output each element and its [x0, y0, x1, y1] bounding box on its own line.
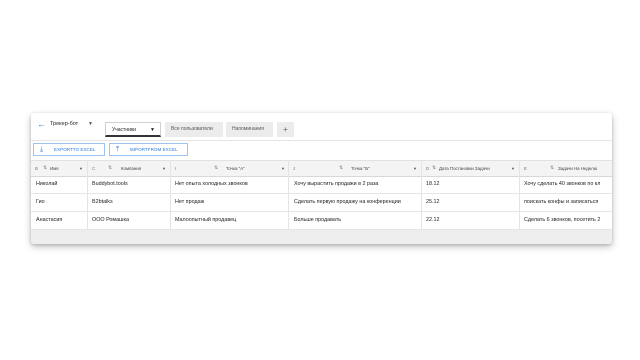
divider	[31, 140, 612, 141]
tracker-window: ← Трекер-бот ▼ Участники ▼ Все пользоват…	[31, 113, 612, 244]
column-letter: B	[35, 166, 38, 171]
cell-company[interactable]: B2btalks	[92, 194, 169, 211]
import-excel-button[interactable]: ⤒ IMPORTFROM EXCEL	[109, 143, 188, 156]
title-dropdown-icon[interactable]: ▼	[88, 121, 93, 127]
cell-weekly-tasks[interactable]: поискать конфы и записаться	[524, 194, 612, 211]
table-row[interactable]: Николай Buddybot.tools Нет опыта холодны…	[31, 176, 612, 194]
column-header-point-b[interactable]: J ⇅ Точка "Б" ▼	[289, 161, 421, 176]
column-menu-icon[interactable]: ▼	[162, 161, 166, 176]
tab-label: Все пользователи	[171, 126, 213, 132]
tab-participants[interactable]: Участники ▼	[105, 122, 161, 137]
add-tab-button[interactable]: +	[277, 122, 294, 137]
cell-weekly-tasks[interactable]: Хочу сделать 40 звонков по кл	[524, 176, 612, 193]
tab-reminders[interactable]: Напоминания	[226, 122, 273, 137]
cell-name[interactable]: Гио	[36, 194, 86, 211]
column-menu-icon[interactable]: ▼	[413, 161, 417, 176]
column-header-task-date[interactable]: D ⇅ Дата Постановки Задачи ▼	[422, 161, 519, 176]
cell-point-a[interactable]: Нет опыта холодных звонков	[175, 176, 287, 193]
export-excel-button[interactable]: ⤓ EXPORTTO EXCEL	[33, 143, 105, 156]
column-menu-icon[interactable]: ▼	[511, 161, 515, 176]
column-menu-icon[interactable]: ▼	[79, 161, 83, 176]
cell-weekly-tasks[interactable]: Сделать 6 звонков, посетить 2	[524, 212, 612, 229]
table-row[interactable]: Гио B2btalks Нет продаж Сделать первую п…	[31, 194, 612, 212]
column-name: Имя	[50, 166, 59, 171]
cell-name[interactable]: Анастасия	[36, 212, 86, 229]
cell-point-a[interactable]: Малоопытный продавец	[175, 212, 287, 229]
cell-company[interactable]: Buddybot.tools	[92, 176, 169, 193]
sort-icon[interactable]: ⇅	[550, 161, 554, 176]
cell-point-b[interactable]: Больше продавать	[294, 212, 420, 229]
sort-icon[interactable]: ⇅	[214, 161, 218, 176]
top-bar: ← Трекер-бот ▼ Участники ▼ Все пользоват…	[31, 113, 612, 140]
column-letter: E	[524, 166, 527, 171]
table-row[interactable]: Анастасия ООО Ромашка Малоопытный продав…	[31, 212, 612, 230]
column-header-point-a[interactable]: I ⇅ Точка "А" ▼	[171, 161, 288, 176]
column-menu-icon[interactable]: ▼	[281, 161, 285, 176]
cell-task-date[interactable]: 25.12	[426, 194, 518, 211]
sort-icon[interactable]: ⇅	[339, 161, 343, 176]
column-name: Дата Постановки Задачи	[439, 166, 490, 171]
sort-icon[interactable]: ⇅	[108, 161, 112, 176]
cell-point-a[interactable]: Нет продаж	[175, 194, 287, 211]
sort-icon[interactable]: ⇅	[43, 161, 47, 176]
tab-all-users[interactable]: Все пользователи	[165, 122, 223, 137]
grid-header: B ⇅ Имя ▼ C ⇅ Компания ▼ I ⇅ Точка "А" ▼…	[31, 160, 612, 177]
cell-name[interactable]: Николай	[36, 176, 86, 193]
column-letter: J	[293, 166, 296, 171]
horizontal-scrollbar[interactable]	[31, 230, 612, 244]
column-name: Задачи На Неделю	[558, 166, 598, 171]
column-letter: D	[426, 166, 430, 171]
tab-label: Участники	[112, 127, 136, 133]
column-letter: C	[92, 166, 96, 171]
column-name: Компания	[121, 166, 142, 171]
plus-icon: +	[283, 125, 288, 134]
cell-company[interactable]: ООО Ромашка	[92, 212, 169, 229]
export-label: EXPORTTO EXCEL	[54, 147, 96, 152]
download-icon: ⤓	[40, 146, 44, 153]
back-arrow-icon[interactable]: ←	[37, 119, 46, 129]
column-header-company[interactable]: C ⇅ Компания ▼	[88, 161, 170, 176]
column-letter: I	[175, 166, 177, 171]
cell-point-b[interactable]: Хочу вырастить продажи в 2 раза	[294, 176, 420, 193]
column-name: Точка "Б"	[351, 166, 370, 171]
cell-task-date[interactable]: 22.12	[426, 212, 518, 229]
cell-task-date[interactable]: 18.12	[426, 176, 518, 193]
column-header-name[interactable]: B ⇅ Имя ▼	[31, 161, 87, 176]
sort-icon[interactable]: ⇅	[432, 161, 436, 176]
cell-point-b[interactable]: Сделать первую продажу на конференции	[294, 194, 420, 211]
column-name: Точка "А"	[226, 166, 245, 171]
tab-label: Напоминания	[232, 126, 264, 132]
import-label: IMPORTFROM EXCEL	[130, 147, 178, 152]
upload-icon: ⤒	[116, 146, 120, 153]
chevron-down-icon: ▼	[150, 127, 155, 133]
column-header-weekly-tasks[interactable]: E ⇅ Задачи На Неделю	[520, 161, 612, 176]
app-title[interactable]: Трекер-бот	[50, 121, 78, 127]
